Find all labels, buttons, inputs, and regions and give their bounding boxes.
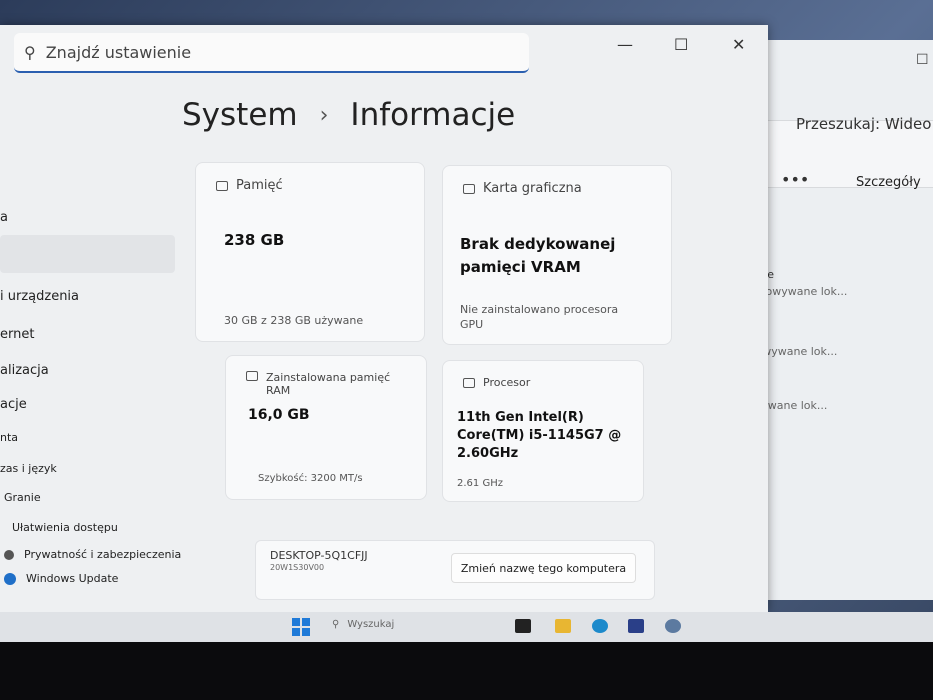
close-button[interactable]: ✕: [732, 35, 745, 54]
sidebar-item[interactable]: zas i język: [0, 462, 57, 475]
explorer-maximize-button[interactable]: ☐: [916, 52, 929, 68]
settings-window: ⚲ Znajdź ustawienie — ☐ ✕ System › Infor…: [0, 25, 768, 612]
sidebar-item[interactable]: a: [0, 210, 8, 225]
sidebar-item[interactable]: acje: [0, 397, 27, 412]
cpu-card: Procesor 11th Gen Intel(R) Core(TM) i5-11…: [442, 360, 644, 502]
sidebar-item[interactable]: i urządzenia: [0, 289, 79, 304]
cpu-icon: [463, 377, 475, 388]
start-button[interactable]: [292, 618, 310, 636]
sidebar-item-accessibility[interactable]: Ułatwienia dostępu: [12, 521, 118, 534]
storage-icon: [216, 180, 228, 191]
sidebar-item[interactable]: nta: [0, 431, 18, 444]
sidebar-item-label: Prywatność i zabezpieczenia: [24, 548, 182, 561]
ram-value: 16,0 GB: [248, 407, 310, 423]
ram-card: Zainstalowana pamięć RAM 16,0 GB Szybkość…: [225, 355, 427, 500]
page-title: Informacje: [350, 97, 516, 133]
cpu-value: Core(TM) i5-1145G7 @: [457, 428, 622, 443]
explorer-details-button[interactable]: Szczegóły: [856, 175, 921, 190]
sidebar-item-selected[interactable]: [0, 235, 175, 273]
sidebar-item-label: Windows Update: [26, 572, 119, 585]
store-icon[interactable]: [628, 619, 644, 633]
sidebar-item[interactable]: alizacja: [0, 363, 49, 378]
sidebar-item-windows-update[interactable]: Windows Update: [4, 572, 118, 585]
cpu-value: 11th Gen Intel(R): [457, 410, 584, 425]
ram-detail: Szybkość: 3200 MT/s: [258, 473, 363, 484]
search-placeholder: Znajdź ustawienie: [45, 42, 192, 62]
gpu-detail: GPU: [460, 318, 484, 331]
card-title: RAM: [266, 384, 291, 397]
minimize-button[interactable]: —: [617, 35, 633, 54]
taskbar-search-label: Wyszukaj: [347, 619, 395, 630]
device-model: 20W1S30V00: [270, 563, 325, 572]
ram-icon: [246, 371, 258, 381]
device-name-section: DESKTOP-5Q1CFJJ 20W1S30V00 Zmień nazwę t…: [255, 540, 655, 600]
gpu-icon: [463, 183, 475, 194]
taskbar: ⚲ Wyszukaj: [0, 612, 933, 642]
explorer-more-button[interactable]: •••: [781, 170, 809, 189]
shield-icon: [4, 549, 14, 560]
card-title: Procesor: [483, 376, 531, 389]
cpu-detail: 2.61 GHz: [457, 478, 503, 489]
rename-pc-button[interactable]: Zmień nazwę tego komputera: [451, 553, 636, 583]
breadcrumb-parent[interactable]: System: [182, 97, 298, 133]
gpu-value: pamięci VRAM: [460, 258, 581, 276]
storage-value: 238 GB: [224, 231, 285, 249]
edge-icon[interactable]: [592, 619, 608, 633]
breadcrumb: System › Informacje: [182, 97, 515, 133]
settings-icon[interactable]: [665, 619, 681, 633]
sidebar-item-privacy[interactable]: Prywatność i zabezpieczenia: [4, 548, 181, 561]
search-icon: ⚲: [332, 619, 340, 630]
sidebar-item-gaming[interactable]: Granie: [4, 491, 41, 504]
sidebar-item[interactable]: ernet: [0, 327, 34, 342]
storage-card: Pamięć 238 GB 30 GB z 238 GB używane: [195, 162, 425, 342]
chevron-right-icon: ›: [319, 102, 329, 128]
gpu-detail: Nie zainstalowano procesora: [460, 303, 619, 316]
settings-search-input[interactable]: ⚲ Znajdź ustawienie: [14, 33, 529, 73]
file-explorer-icon[interactable]: [555, 619, 571, 633]
task-view-icon[interactable]: [515, 619, 531, 633]
explorer-search-input[interactable]: Przeszukaj: Wideo: [796, 115, 931, 133]
storage-detail: 30 GB z 238 GB używane: [224, 314, 364, 327]
maximize-button[interactable]: ☐: [674, 35, 688, 54]
device-name: DESKTOP-5Q1CFJJ: [270, 549, 368, 562]
gpu-value: Brak dedykowanej: [460, 235, 616, 253]
cpu-value: 2.60GHz: [457, 446, 519, 461]
gpu-card: Karta graficzna Brak dedykowanej pamięci …: [442, 165, 672, 345]
card-title: Zainstalowana pamięć: [266, 371, 391, 384]
search-icon: ⚲: [24, 42, 36, 62]
update-icon: [4, 572, 16, 585]
card-title: Pamięć: [236, 178, 283, 193]
card-title: Karta graficzna: [483, 181, 582, 196]
taskbar-search[interactable]: ⚲ Wyszukaj: [332, 619, 394, 630]
